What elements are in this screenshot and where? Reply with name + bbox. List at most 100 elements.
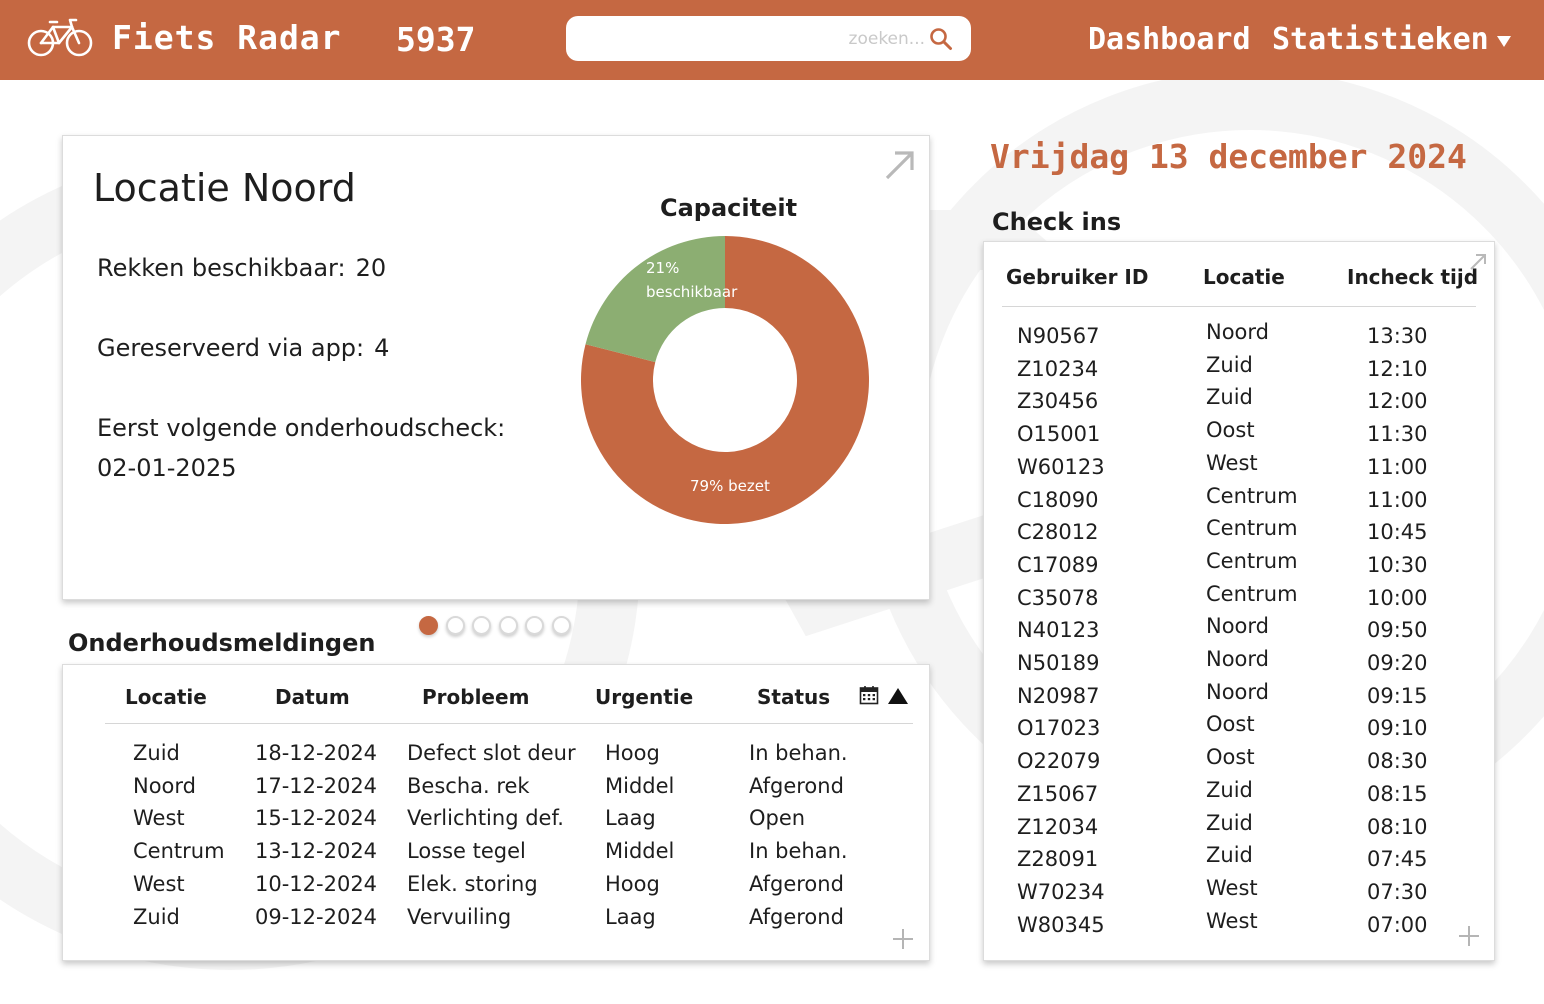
cell-user-id: C35078	[1017, 585, 1099, 610]
cell-user-id: Z15067	[1017, 781, 1099, 806]
cell-checkin-time: 08:30	[1367, 749, 1428, 774]
cell-urgency: Middel	[605, 773, 675, 798]
cell-status: In behan.	[749, 839, 848, 864]
capacity-donut-chart: 21% beschikbaar 79% bezet	[581, 236, 869, 524]
cell-location: Noord	[1206, 647, 1269, 671]
cell-location: West	[133, 806, 185, 831]
cell-checkin-time: 11:00	[1367, 487, 1428, 512]
station-code: 5937	[396, 20, 476, 59]
table-header-divider	[1002, 306, 1476, 307]
cell-checkin-time: 08:10	[1367, 814, 1428, 839]
cell-location: West	[1206, 908, 1258, 933]
chart-title: Capaciteit	[660, 194, 798, 222]
cell-checkin-time: 10:30	[1367, 552, 1428, 577]
cell-checkin-time: 09:10	[1367, 716, 1428, 741]
chevron-down-icon[interactable]	[1495, 33, 1513, 49]
cell-status: In behan.	[749, 741, 848, 765]
search-box[interactable]	[566, 16, 971, 61]
cell-checkin-time: 12:00	[1367, 389, 1428, 414]
cell-checkin-time: 09:20	[1367, 651, 1428, 675]
cell-date: 13-12-2024	[255, 839, 378, 864]
cell-user-id: O15001	[1017, 422, 1101, 447]
column-header-problem[interactable]: Probleem	[422, 685, 529, 709]
calendar-icon[interactable]	[859, 685, 879, 705]
cell-date: 15-12-2024	[255, 806, 378, 831]
location-card: Locatie Noord Rekken beschikbaar: 20 Gere…	[62, 135, 930, 600]
cell-location: Noord	[133, 773, 196, 798]
reserved-value: 4	[374, 334, 390, 362]
cell-location: West	[133, 871, 185, 896]
cell-checkin-time: 10:00	[1367, 585, 1428, 610]
cell-date: 10-12-2024	[255, 871, 378, 896]
cell-checkin-time: 07:00	[1367, 912, 1428, 937]
cell-checkin-time: 11:30	[1367, 422, 1428, 447]
current-date: Vrijdag 13 december 2024	[990, 137, 1467, 176]
column-header-user-id[interactable]: Gebruiker ID	[1006, 265, 1148, 289]
cell-location: Zuid	[1206, 352, 1253, 377]
cell-problem: Losse tegel	[407, 839, 526, 864]
cell-checkin-time: 07:45	[1367, 847, 1428, 872]
carousel-dot[interactable]	[525, 616, 544, 635]
column-header-status[interactable]: Status	[757, 685, 830, 709]
racks-available: Rekken beschikbaar: 20	[97, 254, 386, 282]
cell-location: Zuid	[1206, 843, 1253, 868]
location-title: Locatie Noord	[93, 166, 356, 210]
cell-checkin-time: 11:00	[1367, 454, 1428, 479]
racks-available-value: 20	[355, 254, 387, 282]
column-header-urgency[interactable]: Urgentie	[595, 685, 693, 709]
search-input[interactable]	[580, 16, 925, 61]
search-icon[interactable]	[929, 27, 953, 51]
cell-location: Oost	[1206, 745, 1255, 770]
column-header-checkin-time[interactable]: Incheck tijd	[1347, 265, 1478, 289]
cell-location: Oost	[1206, 712, 1255, 737]
cell-location: Oost	[1206, 418, 1255, 443]
column-header-location[interactable]: Locatie	[1203, 265, 1285, 289]
cell-location: Zuid	[1206, 385, 1253, 410]
carousel-dot[interactable]	[551, 616, 571, 635]
cell-checkin-time: 08:15	[1367, 781, 1428, 806]
cell-location: Centrum	[1206, 581, 1298, 606]
cell-problem: Bescha. rek	[407, 773, 530, 798]
cell-user-id: N50189	[1017, 651, 1100, 675]
carousel-dot[interactable]	[445, 616, 465, 635]
slice-label-available: beschikbaar	[646, 283, 738, 301]
cell-problem: Defect slot deur	[407, 741, 576, 765]
cell-location: Noord	[1206, 320, 1269, 344]
cell-checkin-time: 10:45	[1367, 520, 1428, 545]
reserved-via-app: Gereserveerd via app: 4	[97, 334, 389, 362]
column-header-location[interactable]: Locatie	[125, 685, 207, 709]
carousel-dot[interactable]	[498, 616, 518, 635]
cell-checkin-time: 12:10	[1367, 356, 1428, 381]
sort-ascending-icon[interactable]	[887, 687, 909, 705]
racks-available-label: Rekken beschikbaar:	[97, 254, 346, 282]
checkins-card: Gebruiker ID Locatie Incheck tijd N90567…	[983, 241, 1495, 961]
add-icon[interactable]	[891, 927, 915, 951]
cell-status: Afgerond	[749, 773, 844, 798]
cell-user-id: Z30456	[1017, 389, 1099, 414]
table-header-divider	[105, 723, 913, 724]
cell-date: 09-12-2024	[255, 904, 378, 929]
cell-user-id: C17089	[1017, 552, 1099, 577]
nav-statistics[interactable]: Statistieken	[1272, 22, 1489, 57]
cell-status: Afgerond	[749, 904, 844, 929]
maintenance-card: Locatie Datum Probleem Urgentie Status Z…	[62, 664, 930, 961]
slice-label-occupied: 79% bezet	[690, 477, 770, 495]
column-header-date[interactable]: Datum	[275, 685, 350, 709]
cell-user-id: Z28091	[1017, 847, 1099, 872]
add-icon[interactable]	[1457, 924, 1481, 948]
cell-user-id: N20987	[1017, 683, 1100, 708]
carousel-dot[interactable]	[419, 616, 438, 635]
expand-icon[interactable]	[1468, 252, 1488, 272]
cell-urgency: Laag	[605, 806, 656, 831]
cell-user-id: C18090	[1017, 487, 1099, 512]
cell-urgency: Hoog	[605, 741, 660, 765]
top-bar: Fiets Radar 5937 Dashboard Statistieken	[0, 0, 1544, 80]
carousel-dot[interactable]	[472, 616, 491, 635]
cell-user-id: W60123	[1017, 454, 1105, 479]
bicycle-icon	[27, 18, 93, 57]
cell-location: Noord	[1206, 614, 1269, 639]
expand-icon[interactable]	[883, 148, 917, 182]
cell-checkin-time: 07:30	[1367, 879, 1428, 904]
nav-dashboard[interactable]: Dashboard	[1088, 22, 1251, 57]
cell-user-id: Z12034	[1017, 814, 1099, 839]
